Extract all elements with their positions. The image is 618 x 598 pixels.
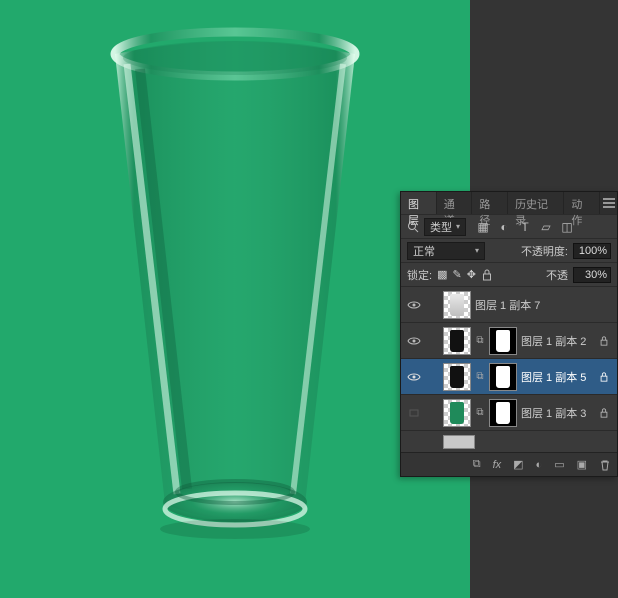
layers-list: 图层 1 副本 7 ⧉ 图层 1 副本 2 — [401, 286, 617, 452]
filter-row: 类型 ▾ ▦ ◐ T ▱ ◫ — [401, 214, 617, 238]
filter-type-label: 类型 — [430, 219, 452, 235]
glass-object[interactable] — [85, 24, 385, 544]
group-icon[interactable]: ▭ — [554, 458, 564, 471]
layer-thumbnail[interactable] — [443, 363, 471, 391]
panel-menu-icon[interactable] — [600, 192, 617, 214]
layer-lock-indicator — [599, 336, 613, 346]
link-layers-icon[interactable]: ⧉ — [473, 458, 481, 471]
lock-all-icon[interactable] — [481, 269, 493, 281]
lock-label: 锁定: — [407, 267, 432, 283]
panel-footer: ⧉ fx ◩ ◐ ▭ ▣ — [401, 452, 617, 476]
lock-position-icon[interactable]: ✥ — [467, 268, 476, 281]
tab-channels[interactable]: 通道 — [437, 192, 473, 214]
layer-lock-indicator — [599, 408, 613, 418]
layers-panel: 图层 通道 路径 历史记录 动作 类型 ▾ ▦ ◐ T ▱ ◫ 正常 ▾ 不透明… — [400, 191, 618, 477]
fill-label: 不透 — [546, 267, 568, 283]
blend-mode-select[interactable]: 正常 ▾ — [407, 242, 485, 260]
visibility-toggle[interactable] — [405, 408, 423, 418]
mask-link-icon[interactable]: ⧉ — [475, 371, 485, 382]
layer-row[interactable]: ⧉ 图层 1 副本 3 — [401, 394, 617, 430]
trash-icon[interactable] — [599, 459, 611, 471]
layer-thumbnail[interactable] — [443, 435, 475, 449]
blend-row: 正常 ▾ 不透明度: 100% — [401, 238, 617, 262]
layer-thumbnail[interactable] — [443, 399, 471, 427]
filter-shape-icon[interactable]: ▱ — [540, 220, 552, 234]
chevron-down-icon: ▾ — [475, 246, 479, 255]
panel-tabs: 图层 通道 路径 历史记录 动作 — [401, 192, 617, 214]
layer-name[interactable]: 图层 1 副本 5 — [521, 369, 595, 385]
tab-history[interactable]: 历史记录 — [508, 192, 564, 214]
filter-type-icon[interactable]: T — [519, 220, 531, 234]
layer-mask-thumbnail[interactable] — [489, 363, 517, 391]
lock-brush-icon[interactable]: ✎ — [452, 268, 461, 281]
visibility-toggle[interactable] — [405, 336, 423, 346]
lock-row: 锁定: ▩ ✎ ✥ 不透 30% — [401, 262, 617, 286]
tab-paths[interactable]: 路径 — [472, 192, 508, 214]
layer-name[interactable]: 图层 1 副本 7 — [475, 297, 595, 313]
tab-layers[interactable]: 图层 — [401, 192, 437, 214]
chevron-down-icon: ▾ — [456, 222, 460, 231]
mask-link-icon[interactable]: ⧉ — [475, 335, 485, 346]
blend-mode-value: 正常 — [413, 243, 435, 259]
visibility-toggle[interactable] — [405, 372, 423, 382]
new-layer-icon[interactable]: ▣ — [577, 458, 587, 471]
layer-mask-thumbnail[interactable] — [489, 399, 517, 427]
adjustment-icon[interactable]: ◐ — [536, 459, 543, 471]
tab-actions[interactable]: 动作 — [564, 192, 600, 214]
layer-row[interactable]: ⧉ 图层 1 副本 5 — [401, 358, 617, 394]
filter-pixel-icon[interactable]: ▦ — [477, 220, 489, 234]
filter-type-select[interactable]: 类型 ▾ — [424, 218, 466, 236]
layer-name[interactable]: 图层 1 副本 3 — [521, 405, 595, 421]
fill-value[interactable]: 30% — [573, 267, 611, 283]
opacity-label: 不透明度: — [521, 243, 568, 259]
visibility-toggle[interactable] — [405, 300, 423, 310]
layer-thumbnail[interactable] — [443, 327, 471, 355]
opacity-value[interactable]: 100% — [573, 243, 611, 259]
filter-adjust-icon[interactable]: ◐ — [498, 220, 510, 234]
layer-row-background[interactable] — [401, 430, 617, 452]
layer-thumbnail[interactable] — [443, 291, 471, 319]
layer-row[interactable]: 图层 1 副本 7 — [401, 286, 617, 322]
mask-link-icon[interactable]: ⧉ — [475, 407, 485, 418]
layer-lock-indicator — [599, 372, 613, 382]
layer-row[interactable]: ⧉ 图层 1 副本 2 — [401, 322, 617, 358]
search-icon[interactable] — [407, 221, 419, 233]
filter-type-icons: ▦ ◐ T ▱ ◫ — [477, 220, 573, 234]
mask-icon[interactable]: ◩ — [513, 458, 523, 471]
layer-mask-thumbnail[interactable] — [489, 327, 517, 355]
layer-name[interactable]: 图层 1 副本 2 — [521, 333, 595, 349]
fx-icon[interactable]: fx — [493, 459, 502, 471]
lock-transparent-icon[interactable]: ▩ — [437, 268, 447, 281]
filter-smart-icon[interactable]: ◫ — [561, 220, 573, 234]
